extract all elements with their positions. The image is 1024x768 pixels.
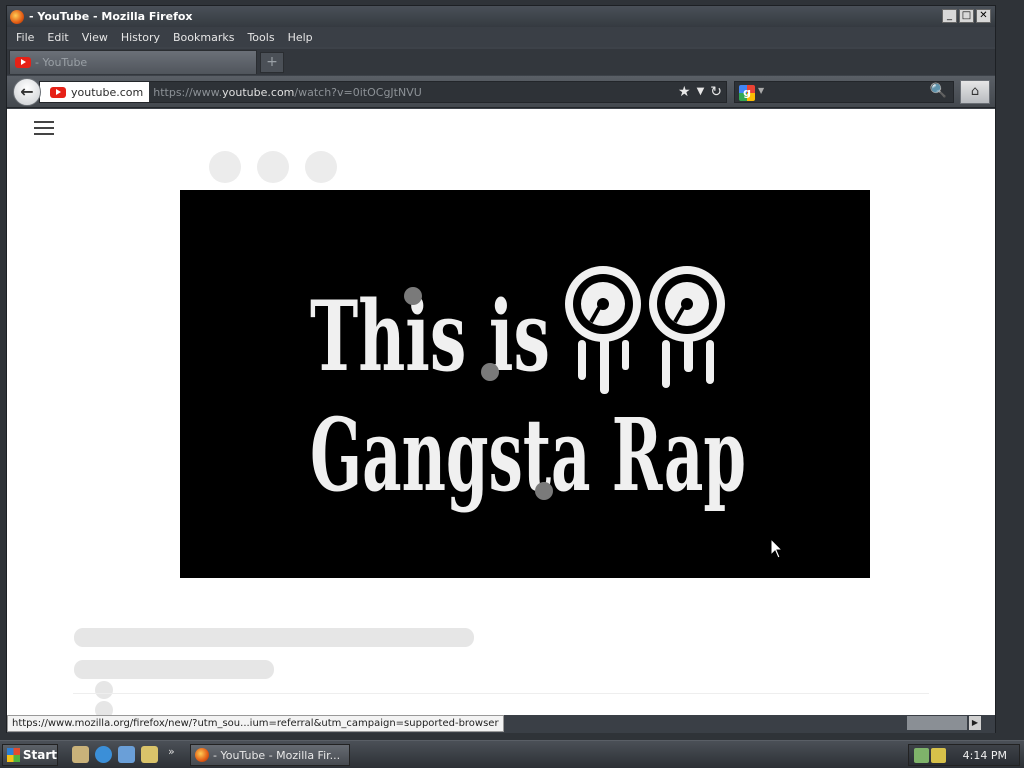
content-divider <box>73 693 929 694</box>
menu-bar: File Edit View History Bookmarks Tools H… <box>7 27 995 47</box>
menu-help[interactable]: Help <box>288 31 313 44</box>
messenger-icon[interactable] <box>141 746 158 763</box>
taskbar-firefox-label: - YouTube - Mozilla Fir... <box>213 748 341 762</box>
menu-icon[interactable] <box>34 121 54 137</box>
youtube-icon <box>15 57 31 68</box>
skeleton-title-bar <box>74 628 474 647</box>
logo-line-1: This is <box>310 280 550 393</box>
clock: 4:14 PM <box>962 749 1007 762</box>
reload-icon[interactable]: ↻ <box>710 84 722 100</box>
taskbar: Start » - YouTube - Mozilla Fir... 4:14 … <box>0 740 1024 768</box>
url-bar[interactable]: youtube.com https://www.youtube.com/watc… <box>39 81 727 103</box>
google-icon[interactable]: g <box>739 85 755 101</box>
skeleton-subtitle-bar <box>74 660 274 679</box>
video-player[interactable]: This is Gangsta Rap <box>180 190 870 578</box>
start-label: Start <box>22 748 57 762</box>
mouse-cursor-icon <box>770 538 784 559</box>
identity-host: youtube.com <box>71 85 144 99</box>
tab-label: - YouTube <box>35 56 88 69</box>
skeleton-circle <box>209 151 241 183</box>
taskbar-firefox-button[interactable]: - YouTube - Mozilla Fir... <box>190 744 350 766</box>
network-icon[interactable] <box>914 748 929 763</box>
menu-view[interactable]: View <box>82 31 108 44</box>
window-title: - YouTube - Mozilla Firefox <box>29 10 193 23</box>
show-desktop-icon[interactable] <box>72 746 89 763</box>
window-controls: _ □ ✕ <box>942 9 991 23</box>
menu-tools[interactable]: Tools <box>247 31 274 44</box>
url-host: youtube.com <box>222 85 295 99</box>
search-bar[interactable]: g ▼ 🔍 <box>734 81 954 103</box>
back-button[interactable]: ← <box>13 78 41 106</box>
start-button[interactable]: Start <box>2 744 58 766</box>
site-identity-button[interactable]: youtube.com <box>40 82 150 102</box>
tab-strip: - YouTube + <box>7 49 995 75</box>
skeleton-circle <box>305 151 337 183</box>
firefox-icon <box>10 9 24 24</box>
menu-history[interactable]: History <box>121 31 160 44</box>
url-text[interactable]: https://www.youtube.com/watch?v=0itOCgJt… <box>153 86 422 99</box>
menu-edit[interactable]: Edit <box>47 31 68 44</box>
outlook-express-icon[interactable] <box>118 746 135 763</box>
internet-explorer-icon[interactable] <box>95 746 112 763</box>
youtube-icon <box>50 86 66 98</box>
page-content: This is Gangsta Rap <box>7 109 995 715</box>
logo-line-2: Gangsta Rap <box>310 396 746 514</box>
url-bar-icons: ★ ▼ ↻ <box>678 84 722 100</box>
navigation-toolbar: youtube.com https://www.youtube.com/watc… <box>7 76 995 108</box>
menu-file[interactable]: File <box>16 31 34 44</box>
status-bar: https://www.mozilla.org/firefox/new/?utm… <box>7 715 995 733</box>
engine-dropdown-icon[interactable]: ▼ <box>758 86 764 95</box>
url-path: /watch?v=0itOCgJtNVU <box>294 85 422 99</box>
windows-logo-icon <box>7 748 20 762</box>
maximize-button[interactable]: □ <box>959 9 974 23</box>
this-is-gangsta-rap-logo: This is Gangsta Rap <box>310 266 746 514</box>
status-link-text: https://www.mozilla.org/firefox/new/?utm… <box>7 715 504 732</box>
horizontal-scrollbar-thumb[interactable] <box>907 716 967 730</box>
menu-bookmarks[interactable]: Bookmarks <box>173 31 234 44</box>
firefox-icon <box>195 748 209 762</box>
security-icon[interactable] <box>931 748 946 763</box>
skeleton-dot <box>95 701 113 715</box>
skeleton-circle <box>257 151 289 183</box>
url-prefix: https://www. <box>153 85 223 99</box>
minimize-button[interactable]: _ <box>942 9 957 23</box>
firefox-window: - YouTube - Mozilla Firefox _ □ ✕ File E… <box>6 5 996 733</box>
close-button[interactable]: ✕ <box>976 9 991 23</box>
new-tab-button[interactable]: + <box>260 52 284 73</box>
bookmark-star-icon[interactable]: ★ <box>678 84 691 100</box>
scroll-right-icon[interactable]: ▶ <box>969 716 981 730</box>
home-button[interactable]: ⌂ <box>960 80 990 104</box>
search-icon[interactable]: 🔍 <box>930 83 947 99</box>
title-bar[interactable]: - YouTube - Mozilla Firefox _ □ ✕ <box>7 6 995 27</box>
skeleton-dot <box>95 681 113 699</box>
system-tray: 4:14 PM <box>908 744 1020 766</box>
turntables-icon <box>565 266 725 394</box>
dropdown-arrow-icon[interactable]: ▼ <box>697 84 705 100</box>
quick-launch-more-icon[interactable]: » <box>168 745 175 758</box>
tab-youtube[interactable]: - YouTube <box>9 50 257 74</box>
